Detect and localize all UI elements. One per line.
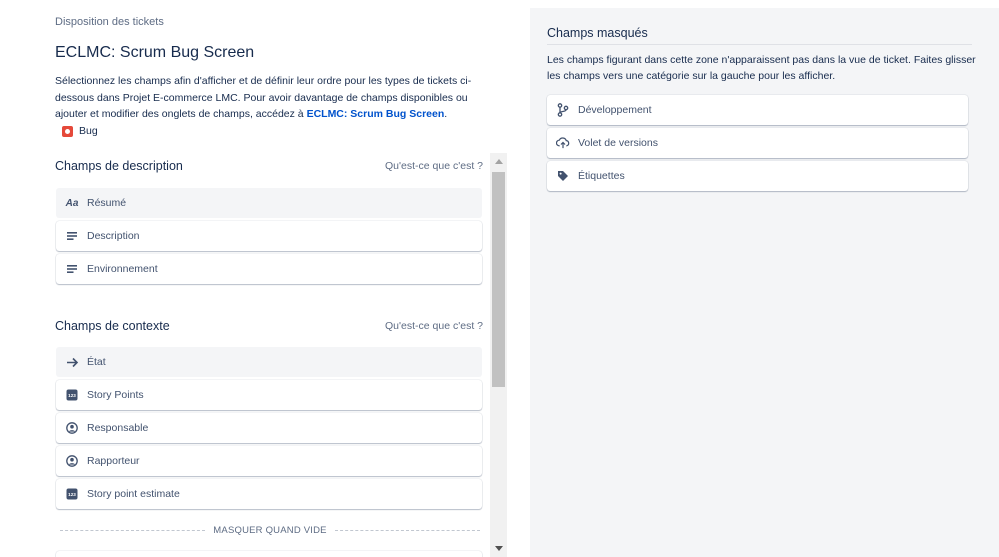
svg-text:123: 123 — [68, 492, 76, 497]
field-label: Description — [87, 230, 140, 242]
hidden-field-etiquettes[interactable]: Étiquettes — [547, 161, 968, 191]
issue-type-label: Bug — [79, 125, 98, 137]
field-etat[interactable]: État — [56, 347, 482, 377]
svg-text:123: 123 — [68, 393, 76, 398]
context-section-header: Champs de contexte Qu'est-ce que c'est ? — [55, 319, 483, 333]
field-label: Résumé — [87, 197, 127, 209]
field-label: Développement — [578, 104, 652, 116]
user-avatar-icon — [65, 421, 79, 435]
screen-link[interactable]: ECLMC: Scrum Bug Screen — [307, 108, 445, 120]
fields-scroll-area: Champs de description Qu'est-ce que c'es… — [55, 153, 485, 557]
field-label: Rapporteur — [87, 455, 140, 467]
number-icon: 123 — [65, 388, 79, 402]
field-label: Environnement — [87, 263, 158, 275]
field-story-point-estimate[interactable]: 123 Story point estimate — [56, 479, 482, 509]
divider — [547, 44, 972, 45]
branch-icon — [556, 103, 570, 117]
hide-when-empty-divider: MASQUER QUAND VIDE — [60, 525, 480, 536]
paragraph-icon — [65, 229, 79, 243]
hidden-field-volet-versions[interactable]: Volet de versions — [547, 128, 968, 158]
hidden-fields-description: Les champs figurant dans cette zone n'ap… — [547, 54, 976, 82]
tag-icon — [556, 169, 570, 183]
layout-panel: Disposition des tickets ECLMC: Scrum Bug… — [0, 0, 530, 557]
field-label: Story Points — [87, 389, 144, 401]
breadcrumb[interactable]: Disposition des tickets — [55, 16, 164, 28]
field-label: Volet de versions — [578, 137, 658, 149]
scrollbar-thumb[interactable] — [492, 172, 505, 387]
field-responsable[interactable]: Responsable — [56, 413, 482, 443]
description-section-title: Champs de description — [55, 159, 183, 173]
hidden-fields-panel: Champs masqués Les champs figurant dans … — [530, 8, 999, 557]
user-avatar-icon — [65, 454, 79, 468]
field-label: Responsable — [87, 422, 149, 434]
field-description[interactable]: Description — [56, 221, 482, 251]
paragraph-icon — [65, 262, 79, 276]
page-title: ECLMC: Scrum Bug Screen — [55, 44, 255, 61]
context-section-title: Champs de contexte — [55, 319, 170, 333]
field-label: Story point estimate — [87, 488, 180, 500]
number-icon: 123 — [65, 487, 79, 501]
issue-type: Bug — [62, 125, 98, 137]
cloud-upload-icon — [556, 136, 570, 150]
scroll-down-arrow-icon[interactable] — [490, 540, 507, 557]
field-environnement[interactable]: Environnement — [56, 254, 482, 284]
scroll-up-arrow-icon[interactable] — [490, 153, 507, 170]
description-end: . — [444, 108, 448, 120]
field-rapporteur[interactable]: Rapporteur — [56, 446, 482, 476]
page-description: Sélectionnez les champs afin d'afficher … — [55, 73, 500, 123]
field-partial[interactable] — [56, 551, 482, 557]
text-aa-icon: Aa — [65, 197, 79, 209]
field-label: Étiquettes — [578, 170, 625, 182]
field-story-points[interactable]: 123 Story Points — [56, 380, 482, 410]
bug-icon — [62, 125, 73, 137]
field-label: État — [87, 356, 106, 368]
divider-label: MASQUER QUAND VIDE — [213, 525, 327, 536]
arrow-right-icon — [65, 355, 79, 369]
hidden-field-developpement[interactable]: Développement — [547, 95, 968, 125]
scrollbar[interactable] — [490, 153, 507, 557]
hidden-fields-title: Champs masqués — [547, 26, 648, 40]
field-resume[interactable]: Aa Résumé — [56, 188, 482, 218]
description-section-header: Champs de description Qu'est-ce que c'es… — [55, 159, 483, 173]
description-help-link[interactable]: Qu'est-ce que c'est ? — [385, 160, 483, 172]
context-help-link[interactable]: Qu'est-ce que c'est ? — [385, 320, 483, 332]
